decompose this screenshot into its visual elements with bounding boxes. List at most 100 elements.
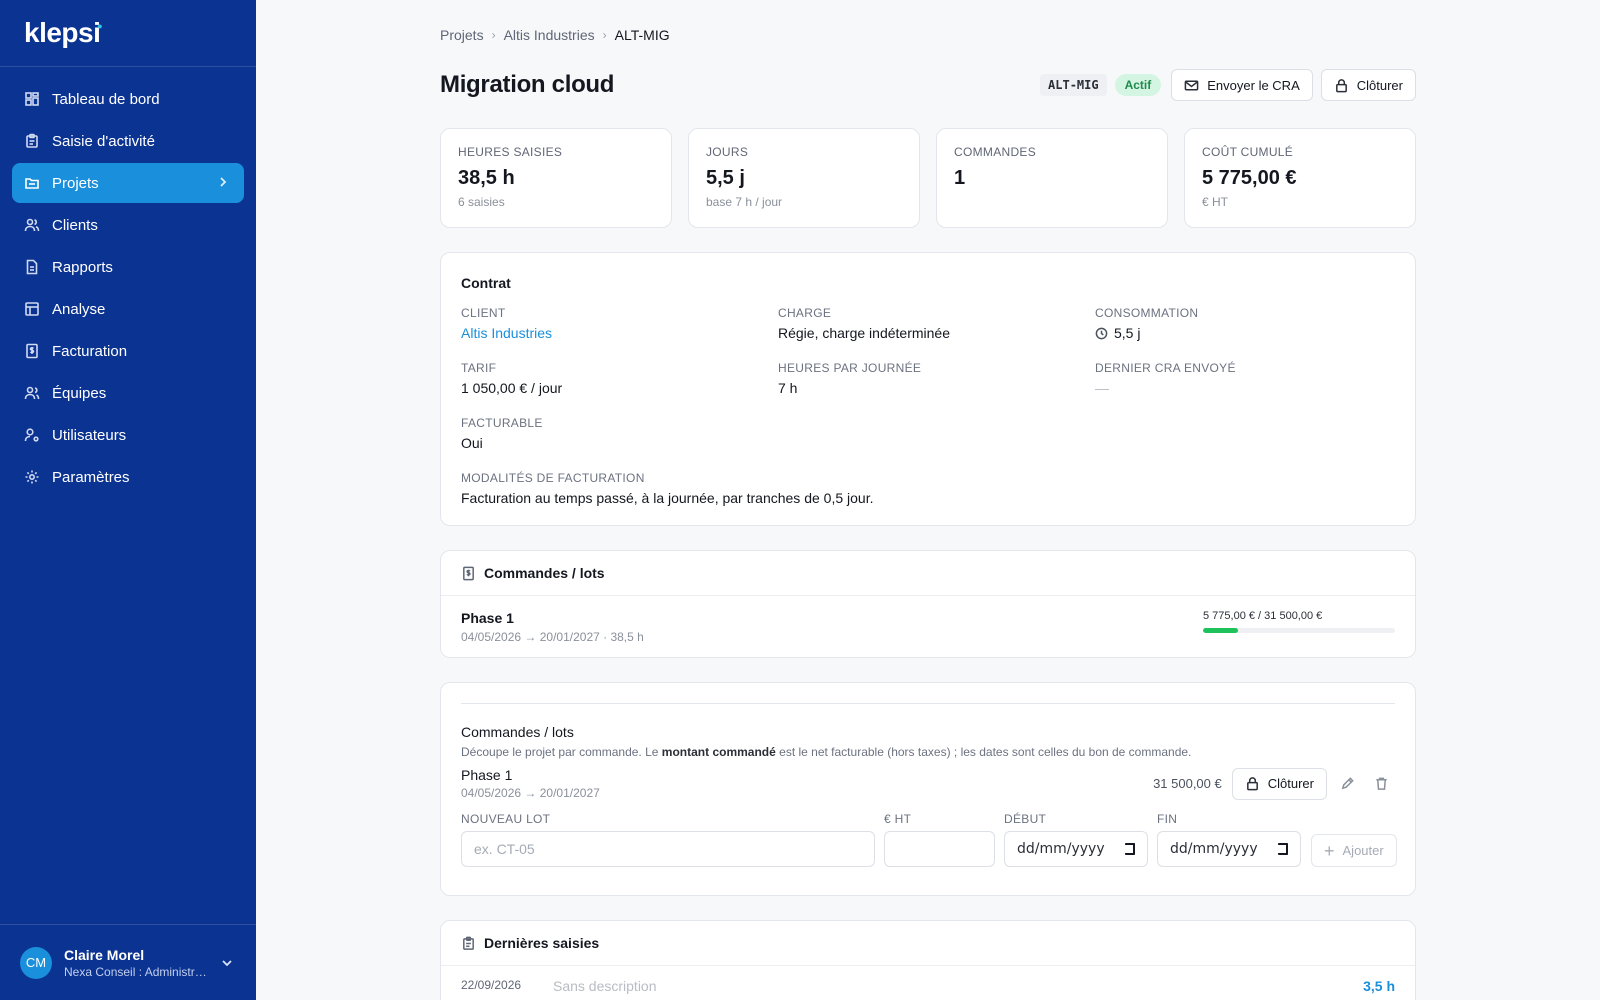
- contract-terms: MODALITÉS DE FACTURATION Facturation au …: [461, 471, 1395, 506]
- mail-icon: [1184, 80, 1199, 90]
- field-label: FACTURABLE: [461, 416, 543, 430]
- field-value: Oui: [461, 435, 483, 451]
- lot-row: Phase 1 04/05/2026 → 20/01/2027 31 500,0…: [461, 767, 1395, 800]
- consumption-value: 5,5 j: [1114, 325, 1141, 341]
- new-lot-input[interactable]: [461, 831, 875, 867]
- team-icon: [24, 385, 40, 401]
- file-text-icon: [24, 259, 40, 275]
- order-progress-bar: [1203, 628, 1395, 633]
- order-name: Phase 1: [461, 610, 514, 626]
- field-value: 5,5 j: [1095, 325, 1395, 341]
- field-label: NOUVEAU LOT: [461, 812, 551, 826]
- contract-rate: TARIF 1 050,00 € / jour: [461, 361, 778, 396]
- sidebar-item-projects[interactable]: Projets: [12, 163, 244, 203]
- field-label: FIN: [1157, 812, 1178, 826]
- list-item[interactable]: Phase 1 04/05/2026 → 20/01/2027 · 38,5 h…: [441, 596, 1415, 658]
- project-code-badge: ALT-MIG: [1040, 74, 1107, 96]
- sidebar-item-billing[interactable]: Facturation: [12, 331, 244, 371]
- start-date-input[interactable]: dd/mm/yyyy: [1004, 831, 1148, 867]
- calendar-icon[interactable]: [1125, 843, 1135, 855]
- end-date-input[interactable]: dd/mm/yyyy: [1157, 831, 1301, 867]
- lock-icon: [1246, 777, 1258, 791]
- stat-card-orders: COMMANDES 1: [936, 128, 1168, 228]
- chevron-down-icon[interactable]: [220, 956, 234, 970]
- user-org: Nexa Conseil : Administr…: [64, 964, 207, 979]
- stat-value: 5 775,00 €: [1202, 167, 1297, 189]
- sidebar-item-teams[interactable]: Équipes: [12, 373, 244, 413]
- entry-description: Sans description: [553, 978, 657, 994]
- user-name: Claire Morel: [64, 946, 145, 963]
- send-cra-button[interactable]: Envoyer le CRA: [1171, 69, 1313, 101]
- new-lot-ht-field: € HT: [884, 812, 995, 867]
- brand-logo[interactable]: klepsi•: [0, 0, 256, 67]
- title-row: Migration cloud ALT-MIG Actif Envoyer le…: [440, 66, 1416, 104]
- recent-header: Dernières saisies: [441, 921, 1415, 966]
- amount-input[interactable]: [884, 831, 995, 867]
- sidebar-item-settings[interactable]: Paramètres: [12, 457, 244, 497]
- breadcrumb-projects[interactable]: Projets: [440, 27, 484, 43]
- new-lot-name-field: NOUVEAU LOT: [461, 812, 875, 867]
- contract-billable: FACTURABLE Oui: [461, 416, 778, 451]
- breadcrumb: Projets › Altis Industries › ALT-MIG: [440, 26, 1416, 44]
- title-actions: ALT-MIG Actif Envoyer le CRA Clôturer: [1040, 69, 1416, 101]
- field-label: CLIENT: [461, 306, 506, 320]
- sidebar-item-label: Clients: [52, 216, 98, 234]
- lots-card: Commandes / lots Découpe le projet par c…: [440, 682, 1416, 896]
- field-label: DERNIER CRA ENVOYÉ: [1095, 361, 1236, 375]
- user-menu[interactable]: CM Claire Morel Nexa Conseil : Administr…: [0, 924, 256, 1000]
- field-label: HEURES PAR JOURNÉE: [778, 361, 922, 375]
- orders-header: Commandes / lots: [441, 551, 1415, 596]
- lot-dates: 04/05/2026 → 20/01/2027: [461, 786, 600, 800]
- avatar: CM: [20, 946, 52, 979]
- calendar-icon[interactable]: [1278, 843, 1288, 855]
- client-link[interactable]: Altis Industries: [461, 325, 778, 341]
- main-content: Projets › Altis Industries › ALT-MIG Mig…: [440, 0, 1416, 1000]
- page-title: Migration cloud: [440, 71, 615, 98]
- field-label: € HT: [884, 812, 912, 826]
- add-lot-button[interactable]: + Ajouter: [1311, 834, 1397, 867]
- table-icon: [24, 301, 40, 317]
- divider: [461, 703, 1395, 704]
- new-lot-end-field: FIN dd/mm/yyyy: [1157, 812, 1301, 867]
- entry-date: 22/09/2026: [461, 978, 522, 992]
- sidebar-item-reports[interactable]: Rapports: [12, 247, 244, 287]
- close-lot-label: Clôturer: [1267, 776, 1314, 791]
- stat-sub: 6 saisies: [458, 195, 505, 209]
- date-placeholder: dd/mm/yyyy: [1170, 841, 1258, 857]
- trash-icon[interactable]: [1367, 770, 1395, 798]
- close-lot-button[interactable]: Clôturer: [1231, 767, 1327, 800]
- sidebar-item-users[interactable]: Utilisateurs: [12, 415, 244, 455]
- sidebar-item-analysis[interactable]: Analyse: [12, 289, 244, 329]
- contract-last-cra: DERNIER CRA ENVOYÉ —: [1095, 361, 1395, 396]
- status-badge: Actif: [1114, 74, 1162, 96]
- sidebar-item-activity[interactable]: Saisie d'activité: [12, 121, 244, 161]
- stat-sub: base 7 h / jour: [706, 195, 783, 209]
- stat-value: 5,5 j: [706, 167, 745, 189]
- sidebar: klepsi• Tableau de bord Saisie d'activit…: [0, 0, 256, 1000]
- table-row[interactable]: 22/09/2026 Sans description 3,5 h: [441, 966, 1415, 1000]
- field-label: DÉBUT: [1004, 812, 1047, 826]
- lot-name: Phase 1: [461, 767, 513, 783]
- new-lot-start-field: DÉBUT dd/mm/yyyy: [1004, 812, 1148, 867]
- edit-icon[interactable]: [1333, 770, 1361, 798]
- stat-label: HEURES SAISIES: [458, 145, 563, 159]
- field-value: —: [1095, 380, 1109, 396]
- contract-charge: CHARGE Régie, charge indéterminée: [778, 306, 1095, 341]
- sidebar-item-label: Saisie d'activité: [52, 132, 155, 150]
- stat-label: COÛT CUMULÉ: [1202, 145, 1294, 159]
- sidebar-item-label: Analyse: [52, 300, 106, 318]
- close-project-button[interactable]: Clôturer: [1320, 69, 1416, 101]
- sidebar-item-dashboard[interactable]: Tableau de bord: [12, 79, 244, 119]
- sidebar-item-label: Tableau de bord: [52, 90, 160, 108]
- user-cog-icon: [24, 427, 40, 443]
- field-label: MODALITÉS DE FACTURATION: [461, 471, 645, 485]
- send-cra-label: Envoyer le CRA: [1207, 77, 1300, 93]
- recent-title: Dernières saisies: [484, 935, 600, 951]
- contract-client: CLIENT Altis Industries: [461, 306, 778, 341]
- breadcrumb-client[interactable]: Altis Industries: [504, 27, 595, 43]
- sidebar-item-label: Rapports: [52, 258, 113, 276]
- sidebar-item-clients[interactable]: Clients: [12, 205, 244, 245]
- chevron-right-icon: ›: [602, 28, 607, 42]
- receipt-icon: [24, 343, 40, 359]
- clipboard-icon: [463, 936, 474, 950]
